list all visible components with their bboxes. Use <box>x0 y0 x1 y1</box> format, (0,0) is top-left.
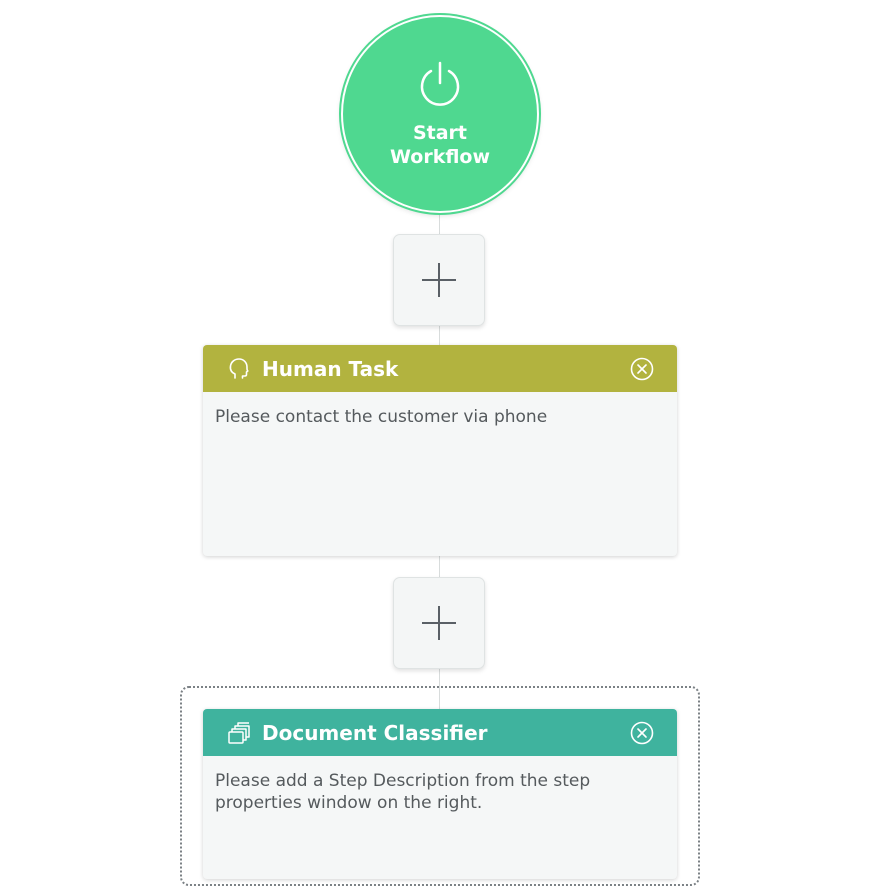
remove-step-button[interactable] <box>629 720 655 746</box>
connector-line <box>439 212 440 234</box>
step-card-human-task[interactable]: Human Task Please contact the customer v… <box>203 345 677 556</box>
start-workflow-label: Start Workflow <box>389 122 491 168</box>
step-title: Human Task <box>262 356 399 381</box>
power-icon <box>420 61 460 106</box>
connector-line <box>439 556 440 578</box>
close-circle-icon <box>630 721 654 744</box>
head-icon <box>229 357 249 379</box>
plus-icon <box>422 606 456 640</box>
add-step-button[interactable] <box>393 577 485 669</box>
add-step-button[interactable] <box>393 234 485 326</box>
remove-step-button[interactable] <box>629 356 655 382</box>
step-header: Document Classifier <box>203 709 677 756</box>
step-title: Document Classifier <box>262 720 488 745</box>
start-workflow-node[interactable]: Start Workflow <box>341 15 539 213</box>
step-description: Please contact the customer via phone <box>215 407 548 427</box>
step-description: Please add a Step Description from the s… <box>215 771 591 813</box>
connector-line <box>439 325 440 345</box>
step-card-document-classifier[interactable]: Document Classifier Please add a Step De… <box>203 709 677 879</box>
plus-icon <box>422 263 456 297</box>
close-circle-icon <box>630 357 654 380</box>
documents-stack-icon <box>228 721 250 744</box>
step-header: Human Task <box>203 345 677 392</box>
